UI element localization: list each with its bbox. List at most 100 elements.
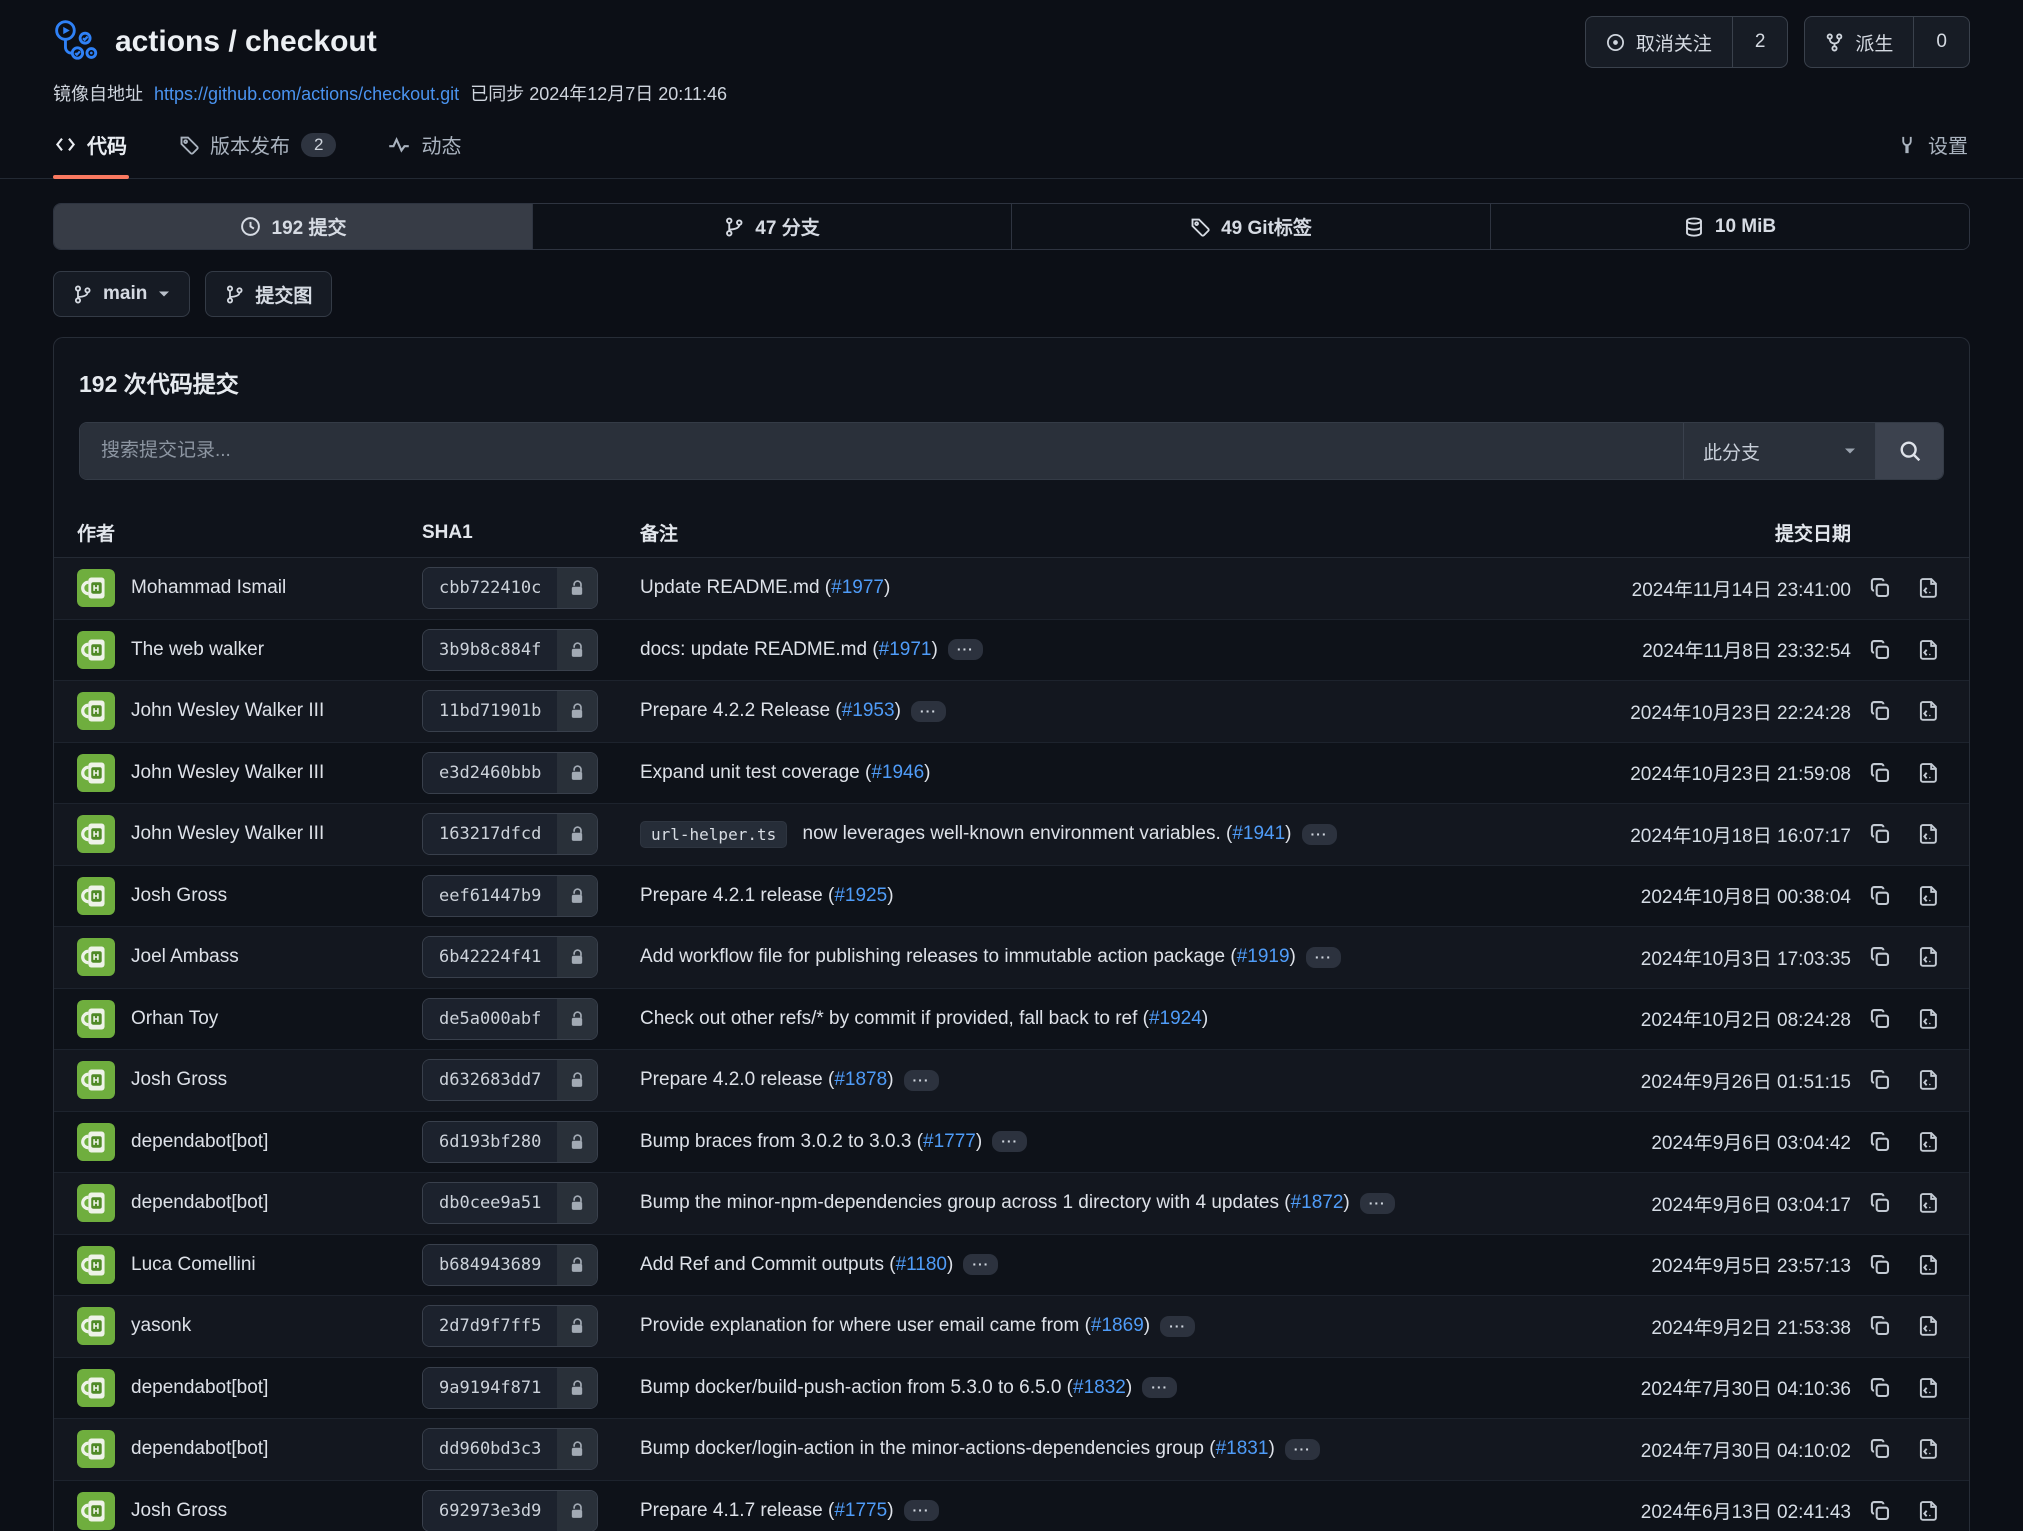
browse-source-icon[interactable] <box>1918 1500 1940 1522</box>
sha-button[interactable]: 2d7d9f7ff5 <box>422 1305 598 1347</box>
copy-sha-icon[interactable] <box>1869 639 1891 661</box>
pr-link[interactable]: #1919 <box>1237 946 1290 967</box>
expand-message-button[interactable]: ··· <box>1360 1193 1395 1214</box>
commit-graph-button[interactable]: 提交图 <box>205 271 332 317</box>
browse-source-icon[interactable] <box>1918 1254 1940 1276</box>
search-input[interactable] <box>80 423 1683 479</box>
copy-sha-icon[interactable] <box>1869 1254 1891 1276</box>
pr-link[interactable]: #1924 <box>1149 1008 1202 1029</box>
stat-commits[interactable]: 192 提交 <box>54 204 532 249</box>
author-cell[interactable]: Luca Comellini <box>54 1246 422 1284</box>
copy-sha-icon[interactable] <box>1869 885 1891 907</box>
expand-message-button[interactable]: ··· <box>963 1254 998 1275</box>
pr-link[interactable]: #1878 <box>834 1069 887 1090</box>
pr-link[interactable]: #1946 <box>871 762 924 783</box>
expand-message-button[interactable]: ··· <box>1306 947 1341 968</box>
branch-selector[interactable]: main <box>53 271 190 317</box>
pr-link[interactable]: #1832 <box>1073 1377 1126 1398</box>
pr-link[interactable]: #1925 <box>834 885 887 906</box>
sha-button[interactable]: 6d193bf280 <box>422 1121 598 1163</box>
expand-message-button[interactable]: ··· <box>904 1500 939 1521</box>
expand-message-button[interactable]: ··· <box>911 701 946 722</box>
copy-sha-icon[interactable] <box>1869 1500 1891 1522</box>
expand-message-button[interactable]: ··· <box>1302 824 1337 845</box>
sha-button[interactable]: cbb722410c <box>422 567 598 609</box>
author-cell[interactable]: Josh Gross <box>54 1061 422 1099</box>
copy-sha-icon[interactable] <box>1869 1438 1891 1460</box>
author-cell[interactable]: Josh Gross <box>54 877 422 915</box>
browse-source-icon[interactable] <box>1918 1377 1940 1399</box>
stat-size[interactable]: 10 MiB <box>1490 204 1969 249</box>
pr-link[interactable]: #1941 <box>1232 823 1285 844</box>
copy-sha-icon[interactable] <box>1869 1131 1891 1153</box>
author-cell[interactable]: The web walker <box>54 631 422 669</box>
browse-source-icon[interactable] <box>1918 885 1940 907</box>
copy-sha-icon[interactable] <box>1869 1192 1891 1214</box>
expand-message-button[interactable]: ··· <box>1285 1439 1320 1460</box>
mirror-url-link[interactable]: https://github.com/actions/checkout.git <box>154 84 459 104</box>
author-cell[interactable]: John Wesley Walker III <box>54 754 422 792</box>
copy-sha-icon[interactable] <box>1869 823 1891 845</box>
browse-source-icon[interactable] <box>1918 1008 1940 1030</box>
sha-button[interactable]: 163217dfcd <box>422 813 598 855</box>
copy-sha-icon[interactable] <box>1869 1069 1891 1091</box>
browse-source-icon[interactable] <box>1918 823 1940 845</box>
author-cell[interactable]: dependabot[bot] <box>54 1369 422 1407</box>
pr-link[interactable]: #1869 <box>1091 1315 1144 1336</box>
sha-button[interactable]: de5a000abf <box>422 998 598 1040</box>
sha-button[interactable]: 6b42224f41 <box>422 936 598 978</box>
sha-button[interactable]: 3b9b8c884f <box>422 629 598 671</box>
copy-sha-icon[interactable] <box>1869 700 1891 722</box>
author-cell[interactable]: Joel Ambass <box>54 938 422 976</box>
expand-message-button[interactable]: ··· <box>1142 1377 1177 1398</box>
copy-sha-icon[interactable] <box>1869 1377 1891 1399</box>
copy-sha-icon[interactable] <box>1869 1315 1891 1337</box>
pr-link[interactable]: #1953 <box>842 700 895 721</box>
sha-button[interactable]: b684943689 <box>422 1244 598 1286</box>
browse-source-icon[interactable] <box>1918 1315 1940 1337</box>
search-button[interactable] <box>1875 423 1943 479</box>
expand-message-button[interactable]: ··· <box>948 639 983 660</box>
pr-link[interactable]: #1831 <box>1216 1438 1269 1459</box>
expand-message-button[interactable]: ··· <box>1160 1316 1195 1337</box>
author-cell[interactable]: Mohammad Ismail <box>54 569 422 607</box>
sha-button[interactable]: eef61447b9 <box>422 875 598 917</box>
browse-source-icon[interactable] <box>1918 762 1940 784</box>
watchers-count[interactable]: 2 <box>1732 17 1788 67</box>
pr-link[interactable]: #1971 <box>879 639 932 660</box>
author-cell[interactable]: dependabot[bot] <box>54 1184 422 1222</box>
browse-source-icon[interactable] <box>1918 1131 1940 1153</box>
pr-link[interactable]: #1977 <box>831 577 884 598</box>
browse-source-icon[interactable] <box>1918 1438 1940 1460</box>
stat-tags[interactable]: 49 Git标签 <box>1011 204 1490 249</box>
tab-activity[interactable]: 动态 <box>386 116 463 178</box>
tab-code[interactable]: 代码 <box>53 116 129 178</box>
browse-source-icon[interactable] <box>1918 1192 1940 1214</box>
sha-button[interactable]: dd960bd3c3 <box>422 1428 598 1470</box>
sha-button[interactable]: 11bd71901b <box>422 690 598 732</box>
browse-source-icon[interactable] <box>1918 577 1940 599</box>
tab-settings[interactable]: 设置 <box>1895 116 1970 178</box>
author-cell[interactable]: Orhan Toy <box>54 1000 422 1038</box>
copy-sha-icon[interactable] <box>1869 577 1891 599</box>
stat-branches[interactable]: 47 分支 <box>532 204 1011 249</box>
fork-button[interactable]: 派生 0 <box>1804 16 1970 68</box>
search-scope-select[interactable]: 此分支 <box>1683 423 1875 479</box>
author-cell[interactable]: dependabot[bot] <box>54 1123 422 1161</box>
author-cell[interactable]: John Wesley Walker III <box>54 692 422 730</box>
pr-link[interactable]: #1872 <box>1291 1192 1344 1213</box>
expand-message-button[interactable]: ··· <box>904 1070 939 1091</box>
browse-source-icon[interactable] <box>1918 1069 1940 1091</box>
pr-link[interactable]: #1777 <box>923 1131 976 1152</box>
sha-button[interactable]: e3d2460bbb <box>422 752 598 794</box>
expand-message-button[interactable]: ··· <box>992 1131 1027 1152</box>
author-cell[interactable]: dependabot[bot] <box>54 1430 422 1468</box>
browse-source-icon[interactable] <box>1918 700 1940 722</box>
pr-link[interactable]: #1180 <box>896 1254 947 1275</box>
author-cell[interactable]: John Wesley Walker III <box>54 815 422 853</box>
sha-button[interactable]: 692973e3d9 <box>422 1490 598 1531</box>
sha-button[interactable]: 9a9194f871 <box>422 1367 598 1409</box>
unwatch-button[interactable]: 取消关注 2 <box>1585 16 1789 68</box>
copy-sha-icon[interactable] <box>1869 946 1891 968</box>
copy-sha-icon[interactable] <box>1869 762 1891 784</box>
